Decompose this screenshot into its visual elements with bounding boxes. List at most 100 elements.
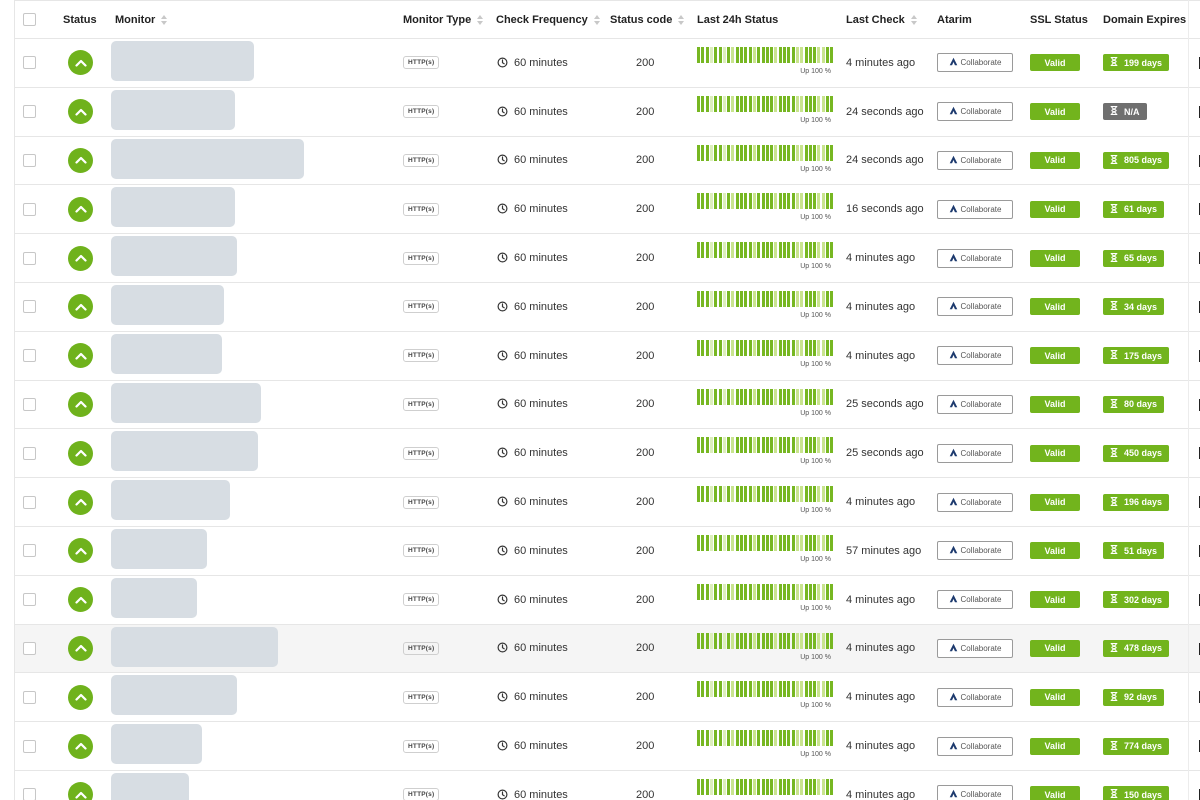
uptime-bars[interactable] (697, 339, 837, 356)
monitor-name-redacted[interactable] (111, 431, 258, 472)
table-row[interactable]: HTTP(s)60 minutes200Up 100 %4 minutes ag… (15, 673, 1200, 723)
row-checkbox[interactable] (23, 202, 36, 216)
header-last-check[interactable]: Last Check (846, 1, 917, 38)
uptime-bars[interactable] (697, 486, 837, 503)
monitor-name-redacted[interactable] (111, 724, 202, 765)
collaborate-button[interactable]: Collaborate (937, 736, 1013, 756)
collaborate-button[interactable]: Collaborate (937, 443, 1013, 463)
row-checkbox[interactable] (23, 105, 36, 119)
uptime-bars[interactable] (697, 95, 837, 112)
row-checkbox[interactable] (23, 56, 36, 70)
collaborate-button[interactable]: Collaborate (937, 199, 1013, 219)
chevron-up-icon[interactable] (68, 343, 93, 369)
chevron-up-icon[interactable] (68, 782, 93, 800)
table-row[interactable]: HTTP(s)60 minutes200Up 100 %4 minutes ag… (15, 771, 1200, 800)
sort-icon[interactable] (593, 14, 600, 25)
table-row[interactable]: HTTP(s)60 minutes200Up 100 %4 minutes ag… (15, 234, 1200, 283)
uptime-bars[interactable] (697, 193, 837, 210)
collaborate-button[interactable]: Collaborate (937, 541, 1013, 561)
monitor-name-redacted[interactable] (111, 675, 237, 716)
chevron-up-icon[interactable] (68, 391, 93, 417)
table-row[interactable]: HTTP(s) 60 minutes 200 Up 100 % 24 seconds a… (15, 87, 1200, 137)
row-checkbox[interactable] (23, 690, 36, 704)
row-checkbox[interactable] (23, 593, 36, 607)
table-row[interactable]: HTTP(s) 60 minutes 200 Up 100 % 25 seconds a… (15, 429, 1200, 479)
table-row[interactable]: HTTP(s)60 minutes200Up 100 %4 minutes ag… (15, 478, 1200, 527)
row-checkbox[interactable] (23, 544, 36, 558)
monitor-name-redacted[interactable] (111, 285, 224, 325)
collaborate-button[interactable]: Collaborate (937, 394, 1013, 414)
uptime-bars[interactable] (697, 47, 837, 63)
collaborate-button[interactable]: Collaborate (937, 590, 1013, 610)
uptime-bars[interactable] (697, 730, 837, 747)
collaborate-button[interactable]: Collaborate (937, 248, 1013, 268)
sort-icon[interactable] (678, 14, 685, 25)
monitor-name-redacted[interactable] (111, 89, 235, 130)
collaborate-button[interactable]: Collaborate (937, 150, 1013, 170)
sort-icon[interactable] (477, 14, 484, 25)
monitor-name-redacted[interactable] (111, 529, 207, 569)
row-checkbox[interactable] (23, 739, 36, 753)
row-checkbox[interactable] (23, 251, 36, 265)
uptime-bars[interactable] (697, 632, 837, 649)
chevron-up-icon[interactable] (68, 635, 93, 661)
monitor-name-redacted[interactable] (111, 626, 278, 667)
collaborate-button[interactable]: Collaborate (937, 687, 1013, 707)
monitor-name-redacted[interactable] (111, 577, 197, 618)
uptime-bars[interactable] (697, 583, 837, 600)
uptime-bars[interactable] (697, 144, 837, 161)
header-status-code[interactable]: Status code (610, 1, 685, 38)
table-row[interactable]: HTTP(s) 60 minutes 200 Up 100 % 16 seconds a… (15, 185, 1200, 235)
uptime-bars[interactable] (697, 388, 837, 405)
table-row[interactable]: HTTP(s)60 minutes200Up 100 %4 minutes ag… (15, 624, 1200, 674)
sort-icon[interactable] (910, 14, 917, 25)
table-row[interactable]: HTTP(s) 60 minutes 200 Up 100 % 25 seconds a… (15, 380, 1200, 430)
table-row[interactable]: HTTP(s)60 minutes200Up 100 %4 minutes ag… (15, 722, 1200, 771)
monitor-name-redacted[interactable] (111, 236, 237, 277)
table-row[interactable]: HTTP(s) 60 minutes 200 Up 100 % 57 minutes a… (15, 527, 1200, 576)
monitor-name-redacted[interactable] (111, 333, 222, 374)
chevron-up-icon[interactable] (68, 147, 93, 173)
chevron-up-icon[interactable] (68, 538, 93, 564)
uptime-bars[interactable] (697, 291, 837, 307)
collaborate-button[interactable]: Collaborate (937, 297, 1013, 317)
collaborate-button[interactable]: Collaborate (937, 53, 1013, 73)
collaborate-button[interactable]: Collaborate (937, 638, 1013, 658)
row-checkbox[interactable] (23, 495, 36, 509)
collaborate-button[interactable]: Collaborate (937, 492, 1013, 512)
header-check-frequency[interactable]: Check Frequency (496, 1, 600, 38)
chevron-up-icon[interactable] (68, 196, 93, 222)
monitor-name-redacted[interactable] (111, 138, 304, 179)
chevron-up-icon[interactable] (68, 587, 93, 613)
chevron-up-icon[interactable] (68, 440, 93, 466)
header-monitor[interactable]: Monitor (115, 1, 168, 38)
chevron-up-icon[interactable] (68, 684, 93, 710)
header-monitor-type[interactable]: Monitor Type (403, 1, 484, 38)
table-row[interactable]: HTTP(s)60 minutes200Up 100 %4 minutes ag… (15, 39, 1200, 88)
row-checkbox[interactable] (23, 349, 36, 363)
row-checkbox[interactable] (23, 788, 36, 800)
chevron-up-icon[interactable] (68, 489, 93, 515)
chevron-up-icon[interactable] (68, 733, 93, 759)
uptime-bars[interactable] (697, 535, 837, 551)
monitor-name-redacted[interactable] (111, 480, 230, 521)
uptime-bars[interactable] (697, 242, 837, 259)
collaborate-button[interactable]: Collaborate (937, 102, 1013, 122)
collaborate-button[interactable]: Collaborate (937, 785, 1013, 800)
row-checkbox[interactable] (23, 446, 36, 460)
sort-icon[interactable] (161, 14, 168, 25)
row-checkbox[interactable] (23, 397, 36, 411)
uptime-bars[interactable] (697, 779, 837, 795)
header-status[interactable]: Status (63, 1, 97, 38)
uptime-bars[interactable] (697, 681, 837, 698)
uptime-bars[interactable] (697, 437, 837, 454)
monitor-name-redacted[interactable] (111, 382, 261, 423)
chevron-up-icon[interactable] (68, 245, 93, 271)
collaborate-button[interactable]: Collaborate (937, 346, 1013, 366)
row-checkbox[interactable] (23, 641, 36, 655)
monitor-name-redacted[interactable] (111, 41, 254, 81)
table-row[interactable]: HTTP(s)60 minutes200Up 100 %4 minutes ag… (15, 283, 1200, 332)
monitor-name-redacted[interactable] (111, 187, 235, 228)
table-row[interactable]: HTTP(s)60 minutes200Up 100 %4 minutes ag… (15, 575, 1200, 625)
select-all-checkbox[interactable] (23, 13, 36, 26)
